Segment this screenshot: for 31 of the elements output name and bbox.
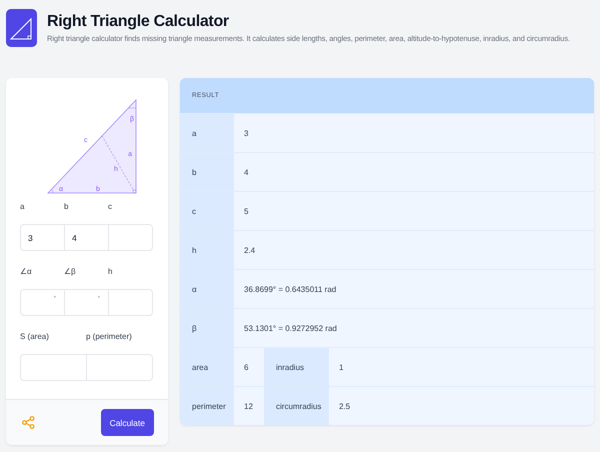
- input-field[interactable]: [20, 289, 64, 316]
- input-field[interactable]: 3: [20, 224, 64, 251]
- input-field[interactable]: [64, 289, 108, 316]
- calculate-button[interactable]: Calculate: [100, 409, 154, 436]
- input-field[interactable]: [20, 354, 86, 381]
- page-title: Right Triangle Calculator: [47, 13, 230, 31]
- row-label-cell: circumradius: [264, 387, 329, 425]
- row-label-cell: c: [180, 192, 234, 230]
- field-label: ∠α: [20, 267, 32, 276]
- row-label-cell: b: [180, 153, 234, 191]
- field-label: a: [20, 202, 24, 211]
- field-label: h: [108, 267, 112, 276]
- field-label: b: [64, 202, 68, 211]
- input-field[interactable]: [108, 224, 153, 251]
- row-label-cell: inradius: [264, 348, 329, 386]
- input-field[interactable]: 4: [64, 224, 108, 251]
- row-label-cell: perimeter: [180, 387, 234, 425]
- row-label-cell: β: [180, 309, 234, 347]
- triangle-logo-icon: [6, 9, 37, 47]
- share-icon[interactable]: [22, 416, 35, 429]
- row-label-cell: a: [180, 114, 234, 152]
- field-label: ∠β: [64, 267, 76, 276]
- input-field[interactable]: [108, 289, 153, 316]
- field-label: S (area): [20, 332, 49, 341]
- row-label-cell: area: [180, 348, 234, 386]
- row-label-cell: h: [180, 231, 234, 269]
- field-label: p (perimeter): [86, 332, 132, 341]
- input-field[interactable]: [86, 354, 153, 381]
- value-cell: 2.5: [329, 387, 594, 425]
- row-label-cell: α: [180, 270, 234, 308]
- field-label: c: [108, 202, 112, 211]
